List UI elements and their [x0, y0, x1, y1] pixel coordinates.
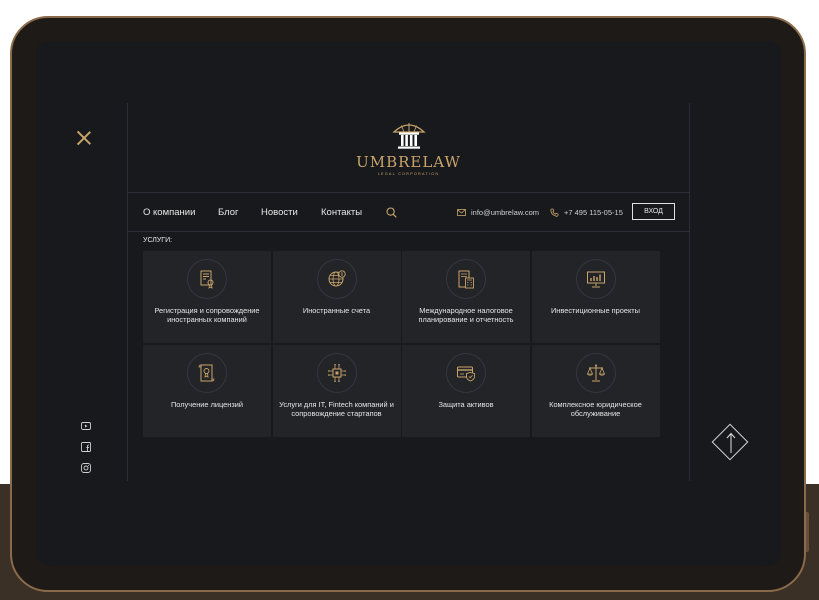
- license-scroll-icon: [198, 364, 215, 381]
- service-card-asset-protection[interactable]: Защита активов: [402, 344, 530, 437]
- globe-dollar-icon: [328, 270, 346, 287]
- chip-icon: [327, 363, 346, 382]
- phone-icon: [550, 208, 559, 217]
- service-title: Инвестиционные проекты: [550, 306, 640, 315]
- email-link[interactable]: info@umbrelaw.com: [471, 208, 539, 217]
- service-title: Комплексное юридическое обслуживание: [549, 399, 642, 418]
- icon-circle: [575, 352, 616, 393]
- youtube-icon[interactable]: [81, 421, 91, 431]
- service-title: Регистрация и сопровождение иностранных …: [154, 306, 260, 325]
- icon-circle: [446, 259, 486, 299]
- login-button[interactable]: ВХОД: [632, 203, 675, 220]
- umbrella-logo-icon: [391, 123, 426, 149]
- service-title: Защита активов: [438, 399, 494, 409]
- phone-link[interactable]: +7 495 115-05-15: [564, 208, 623, 217]
- menu-panel: UMBRELAW LEGAL CORPORATION О компании Бл…: [127, 103, 690, 481]
- card-shield-icon: [457, 366, 475, 381]
- services-heading: УСЛУГИ:: [143, 237, 173, 244]
- service-card-company-registration[interactable]: Регистрация и сопровождение иностранных …: [143, 251, 271, 343]
- service-title: Получение лицензий: [170, 399, 244, 409]
- nav-item-news[interactable]: Новости: [261, 207, 298, 218]
- nav-item-about[interactable]: О компании: [143, 207, 195, 218]
- presentation-chart-icon: [586, 271, 605, 288]
- certificate-icon: [200, 270, 214, 289]
- service-card-legal-services[interactable]: Комплексное юридическое обслуживание: [531, 344, 660, 437]
- calculator-document-icon: [458, 270, 474, 289]
- service-card-licensing[interactable]: Получение лицензий: [143, 344, 271, 437]
- close-menu-icon[interactable]: [76, 130, 92, 146]
- icon-circle: [187, 352, 227, 393]
- services-grid: Регистрация и сопровождение иностранных …: [143, 251, 660, 439]
- service-title: Услуги для IT, Fintech компаний и сопров…: [279, 399, 394, 418]
- service-card-foreign-accounts[interactable]: Иностранные счета: [272, 251, 401, 343]
- service-title: Международное налоговое планирование и о…: [418, 306, 514, 325]
- logo[interactable]: UMBRELAW LEGAL CORPORATION: [128, 121, 689, 176]
- icon-circle: [446, 352, 486, 393]
- brand-tagline: LEGAL CORPORATION: [377, 172, 440, 176]
- service-title: Иностранные счета: [302, 306, 371, 315]
- icon-circle: [187, 259, 227, 299]
- brand-name: UMBRELAW: [356, 153, 461, 171]
- nav-item-contacts[interactable]: Контакты: [321, 207, 362, 218]
- top-navigation: О компании Блог Новости Контакты info@um…: [128, 192, 689, 232]
- email-icon: [457, 209, 466, 216]
- tablet-screen: UMBRELAW LEGAL CORPORATION О компании Бл…: [36, 41, 781, 566]
- nav-item-blog[interactable]: Блог: [218, 207, 239, 218]
- scales-icon: [586, 364, 605, 381]
- arrow-up-icon: [726, 432, 736, 453]
- search-icon[interactable]: [386, 207, 397, 218]
- icon-circle: [316, 259, 357, 299]
- service-card-tax-planning[interactable]: Международное налоговое планирование и о…: [402, 251, 530, 343]
- instagram-icon[interactable]: [81, 463, 91, 473]
- icon-circle: [316, 352, 357, 393]
- service-card-it-fintech[interactable]: Услуги для IT, Fintech компаний и сопров…: [272, 344, 401, 437]
- service-card-investment-projects[interactable]: Инвестиционные проекты: [531, 251, 660, 343]
- facebook-icon[interactable]: [81, 442, 91, 452]
- icon-circle: [575, 259, 616, 299]
